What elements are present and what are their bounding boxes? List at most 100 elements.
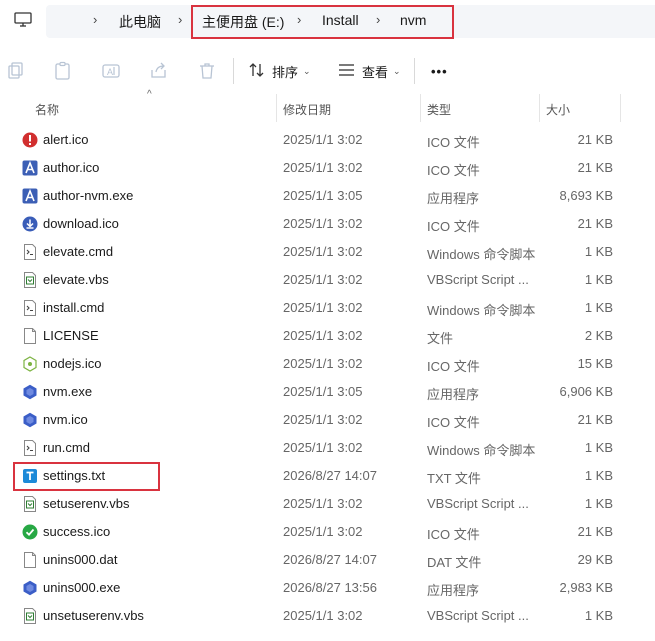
file-row[interactable]: LICENSE 2025/1/1 3:02 文件 2 KB	[0, 322, 655, 350]
column-type[interactable]: 类型	[427, 101, 451, 118]
file-modified-date: 2025/1/1 3:02	[283, 356, 363, 371]
file-size: 1 KB	[584, 272, 613, 287]
file-size: 2 KB	[584, 328, 613, 343]
file-name: install.cmd	[43, 300, 105, 315]
chevron-right-icon[interactable]: ›	[93, 12, 97, 27]
file-type: 文件	[427, 331, 454, 346]
file-modified-date: 2025/1/1 3:02	[283, 608, 363, 623]
file-size: 1 KB	[584, 608, 613, 623]
vbs-icon	[22, 608, 38, 624]
file-row[interactable]: elevate.vbs 2025/1/1 3:02 VBScript Script …	[0, 266, 655, 294]
file-modified-date: 2025/1/1 3:02	[283, 496, 363, 511]
view-label: 查看	[362, 64, 389, 80]
file-name: alert.ico	[43, 132, 89, 147]
file-row[interactable]: elevate.cmd 2025/1/1 3:02 Windows 命令脚本 1 KB	[0, 238, 655, 266]
column-name[interactable]: 名称	[35, 101, 59, 118]
script-icon	[22, 300, 38, 316]
file-row[interactable]: nvm.exe 2025/1/1 3:05 应用程序 6,906 KB	[0, 378, 655, 406]
sort-ascending-icon: ^	[147, 89, 152, 100]
file-size: 21 KB	[577, 132, 613, 147]
file-name: nvm.ico	[43, 412, 88, 427]
breadcrumb-this-pc[interactable]: 此电脑	[119, 12, 161, 32]
file-modified-date: 2025/1/1 3:02	[283, 300, 363, 315]
file-size: 21 KB	[577, 412, 613, 427]
file-modified-date: 2025/1/1 3:02	[283, 272, 363, 287]
file-modified-date: 2025/1/1 3:02	[283, 440, 363, 455]
file-type: DAT 文件	[427, 555, 482, 570]
highlight-annotation	[13, 462, 160, 491]
file-row[interactable]: unsetuserenv.vbs 2025/1/1 3:02 VBScript Sc…	[0, 602, 655, 630]
script-icon	[22, 244, 38, 260]
paste-icon[interactable]	[53, 61, 73, 81]
alert-icon	[22, 132, 38, 148]
file-name: unsetuserenv.vbs	[43, 608, 144, 623]
file-size: 21 KB	[577, 216, 613, 231]
file-row[interactable]: alert.ico 2025/1/1 3:02 ICO 文件 21 KB	[0, 126, 655, 154]
address-bar: › 此电脑 › 主便用盘 (E:) › Install › nvm	[0, 0, 655, 44]
file-size: 2,983 KB	[559, 580, 614, 595]
file-row[interactable]: nodejs.ico 2025/1/1 3:02 ICO 文件 15 KB	[0, 350, 655, 378]
chevron-down-icon: ⌄	[303, 65, 311, 76]
file-type: TXT 文件	[427, 471, 481, 486]
file-row[interactable]: unins000.exe 2026/8/27 13:56 应用程序 2,983 KB	[0, 574, 655, 602]
column-size[interactable]: 大小	[546, 101, 570, 118]
file-type: 应用程序	[427, 191, 480, 206]
file-name: author.ico	[43, 160, 100, 175]
file-name: elevate.cmd	[43, 244, 114, 259]
copy-icon[interactable]	[6, 61, 26, 81]
file-row[interactable]: author.ico 2025/1/1 3:02 ICO 文件 21 KB	[0, 154, 655, 182]
computer-icon[interactable]	[14, 12, 32, 31]
sort-button[interactable]: 排序 ⌄	[248, 60, 311, 82]
file-size: 1 KB	[584, 496, 613, 511]
file-row[interactable]: install.cmd 2025/1/1 3:02 Windows 命令脚本 1 KB	[0, 294, 655, 322]
more-options-button[interactable]: •••	[431, 60, 448, 82]
nvm-icon	[22, 412, 38, 428]
delete-icon[interactable]	[197, 61, 217, 81]
file-name: elevate.vbs	[43, 272, 109, 287]
chevron-down-icon: ⌄	[393, 65, 401, 76]
file-size: 29 KB	[577, 552, 613, 567]
share-icon[interactable]	[149, 61, 169, 81]
column-date[interactable]: 修改日期	[283, 101, 331, 118]
view-icon	[338, 63, 355, 80]
column-divider[interactable]	[276, 94, 277, 122]
file-modified-date: 2026/8/27 14:07	[283, 552, 377, 567]
file-row[interactable]: success.ico 2025/1/1 3:02 ICO 文件 21 KB	[0, 518, 655, 546]
sort-label: 排序	[272, 64, 299, 80]
column-divider[interactable]	[539, 94, 540, 122]
download-icon	[22, 216, 38, 232]
column-divider[interactable]	[420, 94, 421, 122]
file-modified-date: 2025/1/1 3:05	[283, 188, 363, 203]
file-size: 1 KB	[584, 440, 613, 455]
rename-icon[interactable]: A	[101, 61, 121, 81]
file-row[interactable]: setuserenv.vbs 2025/1/1 3:02 VBScript Scri…	[0, 490, 655, 518]
file-name: nodejs.ico	[43, 356, 102, 371]
file-row[interactable]: run.cmd 2025/1/1 3:02 Windows 命令脚本 1 KB	[0, 434, 655, 462]
author-icon	[22, 188, 38, 204]
file-row[interactable]: author-nvm.exe 2025/1/1 3:05 应用程序 8,693 KB	[0, 182, 655, 210]
sort-icon	[248, 61, 266, 82]
file-modified-date: 2025/1/1 3:02	[283, 328, 363, 343]
file-size: 21 KB	[577, 524, 613, 539]
vbs-icon	[22, 272, 38, 288]
toolbar-divider	[414, 58, 415, 84]
view-button[interactable]: 查看 ⌄	[338, 60, 401, 82]
vbs-icon	[22, 496, 38, 512]
file-size: 15 KB	[577, 356, 613, 371]
file-type: VBScript Script ...	[427, 608, 529, 623]
file-row[interactable]: unins000.dat 2026/8/27 14:07 DAT 文件 29 KB	[0, 546, 655, 574]
file-type: ICO 文件	[427, 135, 480, 150]
file-type: ICO 文件	[427, 415, 480, 430]
file-row[interactable]: download.ico 2025/1/1 3:02 ICO 文件 21 KB	[0, 210, 655, 238]
column-divider[interactable]	[620, 94, 621, 122]
command-bar: A 排序 ⌄ 查看 ⌄ •••	[0, 48, 655, 94]
file-name: download.ico	[43, 216, 119, 231]
file-name: LICENSE	[43, 328, 99, 343]
file-size: 6,906 KB	[559, 384, 614, 399]
chevron-right-icon[interactable]: ›	[178, 12, 182, 27]
file-modified-date: 2025/1/1 3:02	[283, 412, 363, 427]
file-name: nvm.exe	[43, 384, 93, 399]
highlight-annotation	[191, 5, 454, 39]
file-size: 21 KB	[577, 160, 613, 175]
file-row[interactable]: nvm.ico 2025/1/1 3:02 ICO 文件 21 KB	[0, 406, 655, 434]
